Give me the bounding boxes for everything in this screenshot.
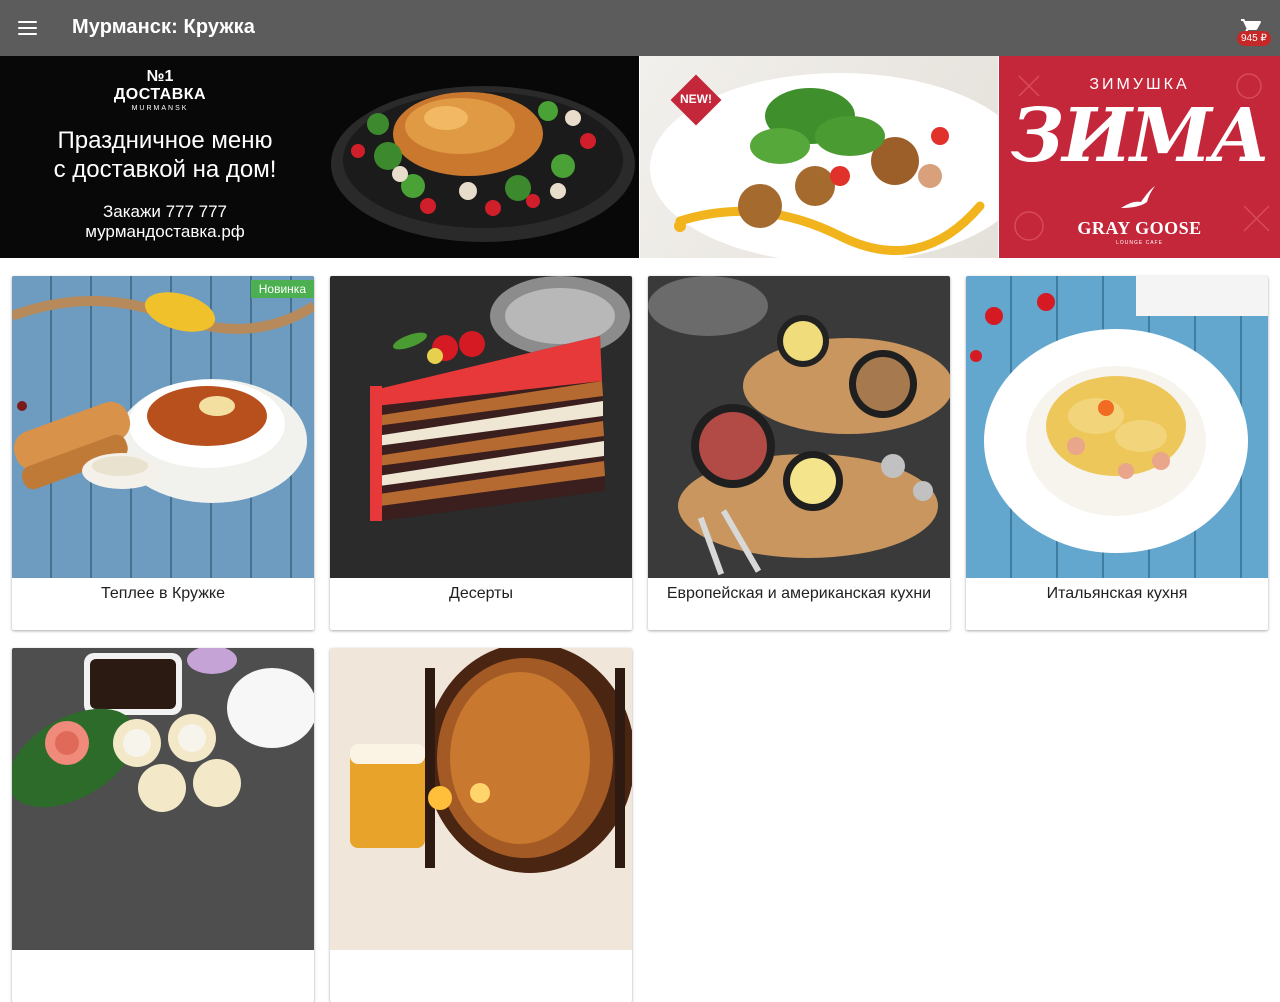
pasta-plate-image <box>966 276 1268 578</box>
skillet-dishes-image <box>648 276 950 578</box>
category-label: Итальянская кухня <box>1046 585 1188 602</box>
category-card-desserts[interactable]: Десерты <box>330 276 632 630</box>
category-card-italian[interactable]: Итальянская кухня <box>966 276 1268 630</box>
soup-sandwich-image <box>12 276 314 578</box>
cart-button[interactable]: 945 ₽ <box>1234 12 1274 52</box>
banner-contact: Закажи 777 777 мурмандоставка.рф <box>85 202 245 241</box>
banner-headline: Праздничное меню с доставкой на дом! <box>53 127 277 183</box>
category-label: Теплее в Кружке <box>101 585 225 602</box>
roast-chicken-image <box>331 86 635 242</box>
category-image <box>330 276 632 578</box>
category-label: Европейская и американская кухни <box>666 585 932 602</box>
category-card-bar[interactable] <box>330 648 632 1002</box>
category-card-warm[interactable]: Новинка Теплее в Кружке <box>12 276 314 630</box>
page-title: Мурманск: Кружка <box>72 16 255 38</box>
category-image: Новинка <box>12 276 314 578</box>
banner-new-dish[interactable]: NEW! <box>640 56 998 258</box>
category-image <box>12 648 314 950</box>
banner-holiday-menu[interactable]: №1 ДОСТАВКА MURMANSK Праздничное меню с … <box>0 56 639 258</box>
new-badge: Новинка <box>250 280 314 298</box>
category-label: Десерты <box>448 585 513 602</box>
banner-winter-promo[interactable]: ЗИМУШКА ЗИМА GRAY GOOSE LOUNGE CAFE <box>999 56 1280 258</box>
cart-total-badge: 945 ₽ <box>1237 31 1271 46</box>
category-card-sushi[interactable] <box>12 648 314 1002</box>
category-image <box>330 648 632 950</box>
promo-banner-strip: №1 ДОСТАВКА MURMANSK Праздничное меню с … <box>0 56 1280 258</box>
category-image <box>966 276 1268 578</box>
app-bar: Мурманск: Кружка 945 ₽ <box>0 0 1280 56</box>
sushi-rolls-image <box>12 648 314 950</box>
category-image <box>648 276 950 578</box>
beer-barrel-image <box>330 648 632 950</box>
layer-cake-image <box>330 276 632 578</box>
menu-button[interactable] <box>14 14 42 42</box>
category-card-european[interactable]: Европейская и американская кухни <box>648 276 950 630</box>
delivery-logo: №1 ДОСТАВКА MURMANSK <box>113 68 207 112</box>
new-badge: NEW! <box>670 74 722 126</box>
goose-logo-icon <box>1121 186 1155 208</box>
